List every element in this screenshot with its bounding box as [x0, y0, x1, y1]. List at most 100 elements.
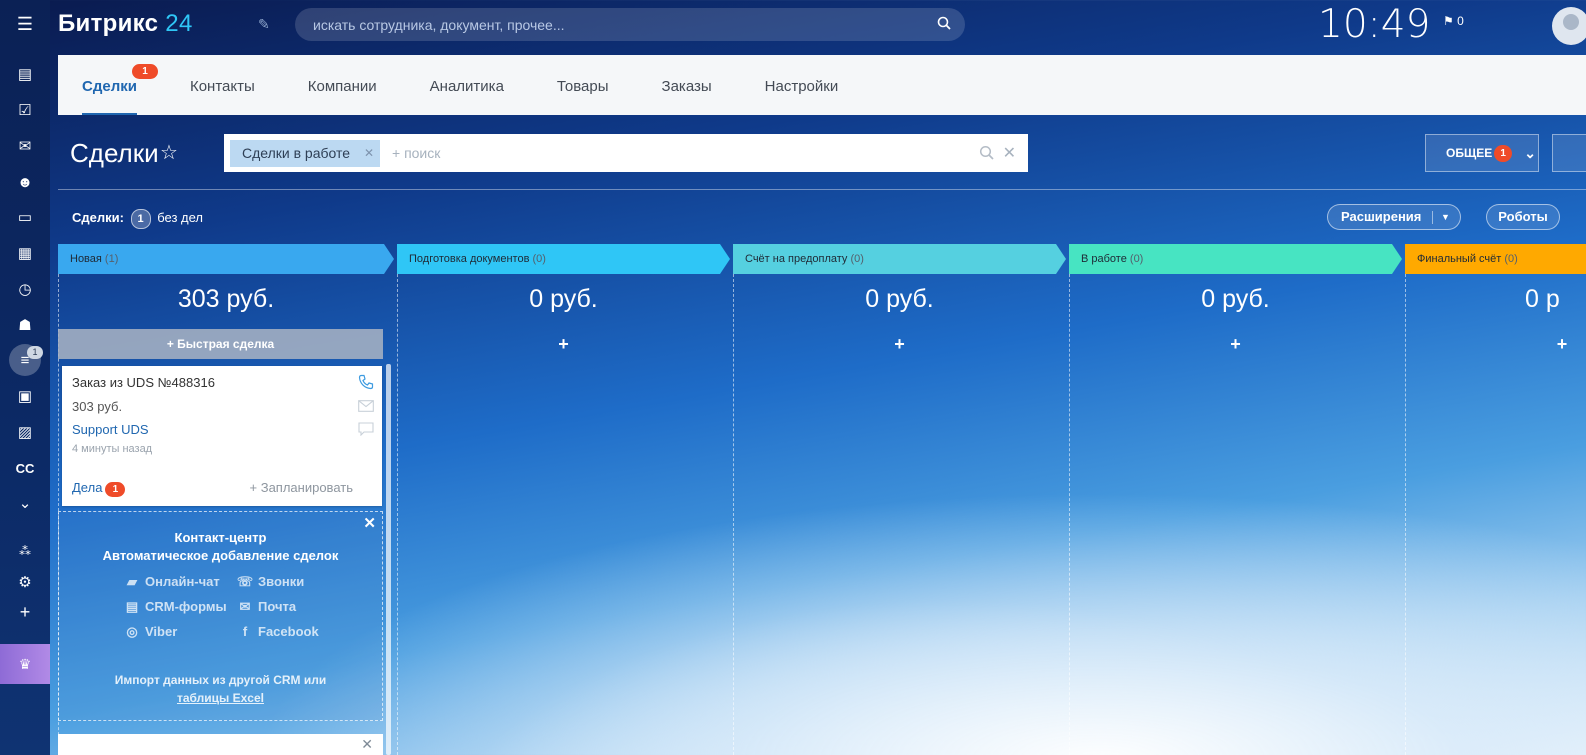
mail-icon[interactable]	[358, 400, 374, 412]
dropdown-icon[interactable]: ▼	[1441, 205, 1450, 229]
stage-sum: 303 руб.	[177, 285, 275, 313]
stage-sum: 0 р	[1525, 285, 1560, 313]
filter-chip[interactable]: Сделки в работе ✕	[230, 140, 381, 167]
left-sidebar: ☰ ▤ ☑ ✉ ☻ ▭ ▦ ◷ ☗ ≡ 1 ▣ ▨ CC ⌄ ⁂ ⚙ + ♛	[0, 0, 50, 755]
clear-icon[interactable]: ✕	[1003, 143, 1016, 163]
column-scrollbar[interactable]	[386, 364, 391, 755]
edit-pencil-icon[interactable]: ✎	[258, 16, 270, 33]
calendar-icon[interactable]: ▦	[13, 241, 37, 265]
filter-add-search[interactable]: + поиск	[392, 145, 440, 161]
upgrade-crown-icon[interactable]: ♛	[0, 644, 50, 684]
groups-icon[interactable]: ☻	[13, 170, 37, 194]
close-icon[interactable]: ✕	[361, 736, 373, 753]
clock[interactable]: 10:49	[1318, 2, 1430, 47]
tab-products[interactable]: Товары	[557, 55, 609, 115]
global-search-input[interactable]	[295, 15, 915, 34]
facebook-icon: f	[242, 624, 248, 639]
contact-center-icon[interactable]: CC	[13, 456, 37, 480]
crm-badge: 1	[27, 346, 43, 359]
top-bar: Битрикс 24 ✎ 10:49 ⚑ 0	[50, 0, 1586, 55]
comment-icon[interactable]	[358, 422, 374, 436]
drive-icon[interactable]: ▭	[13, 205, 37, 229]
chevron-down-icon: ⌄	[1524, 144, 1536, 161]
time-icon[interactable]: ◷	[13, 277, 37, 301]
close-icon[interactable]: ✕	[363, 514, 376, 532]
search-icon[interactable]	[979, 145, 994, 160]
promo-crm-forms[interactable]: ▤ CRM-формы	[123, 599, 227, 615]
robot-icon[interactable]: ☗	[13, 313, 37, 337]
menu-icon[interactable]: ☰	[13, 12, 37, 36]
tab-analytics[interactable]: Аналитика	[430, 55, 504, 115]
general-button[interactable]: ОБЩЕЕ 1 ⌄	[1425, 134, 1539, 172]
phone-icon: ☏	[236, 574, 254, 589]
favorite-star-icon[interactable]: ☆	[160, 140, 178, 165]
stage-header-invoice[interactable]: Счёт на предоплату (0)	[733, 244, 1066, 274]
deal-card[interactable]: Заказ из UDS №488316 303 руб. Support UD…	[62, 366, 382, 506]
deal-sum: 303 руб.	[72, 399, 123, 414]
divider	[58, 189, 1586, 190]
search-icon[interactable]	[937, 16, 951, 30]
add-icon[interactable]: +	[13, 600, 37, 624]
sites-icon[interactable]: ▣	[13, 384, 37, 408]
stage-header-docs[interactable]: Подготовка документов (0)	[397, 244, 730, 274]
global-search[interactable]	[295, 8, 965, 41]
promo-calls[interactable]: ☏ Звонки	[236, 574, 304, 590]
settings-gear-icon[interactable]: ⚙	[13, 570, 37, 594]
promo-import-link[interactable]: Импорт данных из другой CRM или таблицы E…	[59, 671, 382, 707]
contact-center-promo: ✕ Контакт-центр Автоматическое добавление…	[58, 511, 383, 721]
promo-online-chat[interactable]: ▰ Онлайн-чат	[123, 574, 220, 590]
form-icon: ▤	[125, 599, 139, 614]
stage-header-new[interactable]: Новая (1)	[58, 244, 394, 274]
structure-icon[interactable]: ⁂	[13, 539, 37, 563]
promo-title: Контакт-центр Автоматическое добавление с…	[102, 530, 339, 563]
mail-icon: ✉	[239, 599, 251, 614]
notifications[interactable]: ⚑ 0	[1443, 14, 1464, 28]
phone-icon[interactable]	[358, 374, 374, 390]
quick-deal-button[interactable]: + Быстрая сделка	[58, 329, 383, 359]
chat-bubbles-icon: ▰	[127, 574, 137, 589]
add-deal-button[interactable]: +	[397, 334, 730, 355]
deal-title[interactable]: Заказ из UDS №488316	[72, 375, 215, 390]
stage-header-in-work[interactable]: В работе (0)	[1069, 244, 1402, 274]
promo-facebook[interactable]: f Facebook	[236, 624, 319, 639]
viber-icon: ◎	[126, 624, 138, 639]
chip-close-icon[interactable]: ✕	[364, 140, 374, 167]
deal-time: 4 минуты назад	[72, 443, 153, 455]
tab-contacts[interactable]: Контакты	[190, 55, 255, 115]
stage-sum: 0 руб.	[529, 285, 598, 313]
column-divider	[1405, 274, 1406, 755]
feed-icon[interactable]: ▤	[13, 62, 37, 86]
deal-todo-link[interactable]: Дела 1	[72, 480, 126, 497]
stage-sum: 0 руб.	[1201, 285, 1270, 313]
add-deal-button[interactable]: +	[733, 334, 1066, 355]
deals-counter: Сделки: 1 без дел	[72, 209, 203, 229]
promo-mail[interactable]: ✉ Почта	[236, 599, 297, 615]
tab-deals[interactable]: Сделки 1	[82, 55, 158, 115]
stage-sum: 0 руб.	[865, 285, 934, 313]
chat-icon[interactable]: ✉	[13, 134, 37, 158]
page-title: Сделки	[70, 138, 159, 168]
filter-search[interactable]: Сделки в работе ✕ + поиск ✕	[224, 134, 1028, 172]
settings-button[interactable]	[1552, 134, 1586, 172]
tab-orders[interactable]: Заказы	[662, 55, 712, 115]
counter-pill[interactable]: 1	[130, 209, 151, 229]
general-badge: 1	[1494, 144, 1513, 162]
app-logo[interactable]: Битрикс 24	[58, 10, 193, 38]
add-deal-button[interactable]: +	[1552, 334, 1572, 355]
robots-button[interactable]: Роботы	[1486, 204, 1560, 230]
tab-companies[interactable]: Компании	[308, 55, 377, 115]
stage-header-final[interactable]: Финальный счёт (0)	[1405, 244, 1586, 274]
contact-card-icon[interactable]: ▨	[13, 420, 37, 444]
more-chevron-icon[interactable]: ⌄	[13, 491, 37, 515]
tab-deals-badge: 1	[132, 64, 158, 79]
tab-settings[interactable]: Настройки	[765, 55, 839, 115]
user-avatar[interactable]	[1552, 7, 1586, 45]
add-deal-button[interactable]: +	[1069, 334, 1402, 355]
promo-viber[interactable]: ◎ Viber	[123, 624, 177, 640]
flag-icon: ⚑	[1443, 14, 1454, 28]
schedule-link[interactable]: + Запланировать	[250, 480, 353, 495]
deal-client-link[interactable]: Support UDS	[72, 422, 149, 437]
extensions-button[interactable]: Расширения ▼	[1327, 204, 1461, 230]
crm-tabs: Сделки 1 Контакты Компании Аналитика Това…	[58, 55, 1586, 115]
tasks-icon[interactable]: ☑	[13, 98, 37, 122]
